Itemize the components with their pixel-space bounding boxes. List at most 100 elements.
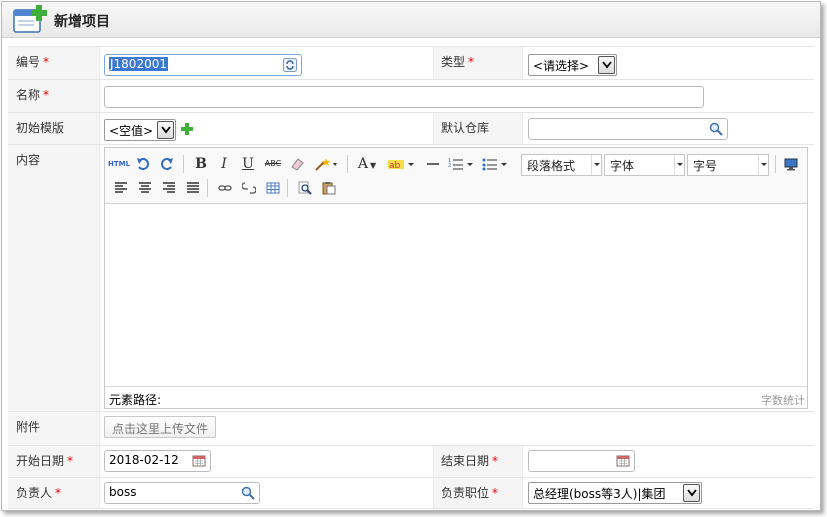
undo-icon — [137, 158, 149, 170]
element-path-label: 元素路径: — [109, 393, 162, 407]
strikethrough-button[interactable]: ABC — [263, 154, 283, 174]
ordered-list-icon: 12 — [448, 158, 473, 170]
title-bar: 新增项目 — [2, 2, 820, 38]
highlight-button[interactable]: ab — [385, 154, 419, 174]
type-select[interactable]: <请选择> — [528, 54, 617, 76]
search-icon[interactable] — [709, 122, 723, 136]
insert-table-button[interactable] — [263, 178, 283, 198]
unordered-list-button[interactable] — [481, 154, 511, 174]
eraser-button[interactable] — [287, 154, 307, 174]
svg-text:2: 2 — [448, 163, 451, 169]
search-replace-button[interactable] — [295, 178, 315, 198]
new-item-icon — [13, 5, 47, 33]
chevron-down-icon — [598, 56, 615, 74]
toolbar-divider — [207, 179, 208, 197]
toolbar-divider — [775, 155, 776, 173]
name-input[interactable] — [104, 86, 704, 108]
redo-button[interactable] — [157, 154, 177, 174]
position-select[interactable]: 总经理(boss等3人)|集团 — [528, 482, 702, 504]
format-painter-button[interactable] — [311, 154, 341, 174]
underline-button[interactable]: U — [238, 154, 258, 174]
warehouse-input[interactable] — [528, 118, 728, 140]
editor-content-area[interactable] — [105, 204, 807, 386]
calendar-icon[interactable] — [192, 454, 206, 468]
align-right-icon — [163, 182, 175, 193]
calendar-icon[interactable] — [616, 454, 630, 468]
name-label: 名称 * — [8, 80, 100, 112]
code-input[interactable]: J1802001 — [104, 54, 302, 76]
start-date-input[interactable]: 2018-02-12 — [104, 450, 211, 472]
row-content: 内容 HTML B I U ABC A ▼ ab 12 段落格式 字体 字号 元… — [8, 144, 814, 411]
fullscreen-button[interactable] — [781, 154, 801, 174]
ordered-list-button[interactable]: 12 — [447, 154, 477, 174]
redo-icon — [161, 158, 173, 170]
row-name: 名称 * — [8, 79, 814, 112]
end-date-label: 结束日期 * — [433, 446, 523, 477]
add-template-icon[interactable] — [181, 123, 193, 135]
end-date-input[interactable] — [528, 450, 635, 472]
toolbar-divider — [347, 155, 348, 173]
html-source-button[interactable]: HTML — [108, 154, 130, 174]
required-star: * — [43, 55, 50, 69]
chevron-down-icon — [758, 155, 768, 175]
editor-status-bar: 元素路径: 字数统计 — [105, 386, 807, 408]
upload-file-button[interactable]: 点击这里上传文件 — [104, 416, 217, 438]
dialog-title: 新增项目 — [54, 14, 110, 30]
bold-button[interactable]: B — [191, 154, 211, 174]
align-left-button[interactable] — [111, 178, 131, 198]
warehouse-label: 默认仓库 — [433, 113, 523, 144]
clipboard-icon — [322, 182, 336, 195]
italic-button[interactable]: I — [214, 154, 234, 174]
link-icon — [218, 185, 232, 191]
template-label: 初始模版 — [8, 113, 100, 144]
horizontal-line-icon — [427, 163, 439, 165]
justify-button[interactable] — [183, 178, 203, 198]
row-attachment: 附件 点击这里上传文件 — [8, 411, 814, 445]
chevron-down-icon — [674, 155, 684, 175]
row-dates: 开始日期 * 2018-02-12 结束日期 * — [8, 445, 814, 477]
chevron-down-icon — [591, 155, 601, 175]
type-label: 类型 * — [433, 47, 523, 79]
start-date-label: 开始日期 * — [8, 446, 100, 477]
row-owner: 负责人 * boss 负责职位 * 总经理(boss等3人)|集团 — [8, 477, 814, 509]
bullet-list-icon — [482, 158, 507, 171]
row-code: 编号 * J1802001 类型 * <请选择> — [8, 46, 814, 79]
refresh-code-icon[interactable] — [283, 58, 297, 72]
horizontal-rule-button[interactable] — [423, 154, 443, 174]
highlight-icon: ab — [388, 160, 414, 171]
eraser-icon — [291, 158, 304, 171]
unlink-icon — [241, 182, 257, 194]
align-center-icon — [139, 182, 151, 193]
content-label: 内容 — [8, 145, 100, 411]
align-justify-icon — [187, 182, 199, 193]
attachment-label: 附件 — [8, 412, 100, 445]
magic-wand-icon — [315, 158, 337, 171]
insert-link-button[interactable] — [215, 178, 235, 198]
row-template: 初始模版 <空值> 默认仓库 — [8, 112, 814, 144]
word-count-link[interactable]: 字数统计 — [761, 392, 805, 408]
toolbar-divider — [183, 155, 184, 173]
owner-input[interactable]: boss — [104, 482, 260, 504]
owner-label: 负责人 * — [8, 478, 100, 508]
font-color-button[interactable]: A ▼ — [353, 154, 381, 174]
paste-text-button[interactable] — [319, 178, 339, 198]
svg-text:ab: ab — [389, 161, 401, 171]
align-right-button[interactable] — [159, 178, 179, 198]
paragraph-format-select[interactable]: 段落格式 — [521, 154, 602, 176]
toolbar-divider — [287, 179, 288, 197]
undo-button[interactable] — [133, 154, 153, 174]
align-center-button[interactable] — [135, 178, 155, 198]
editor-toolbar: HTML B I U ABC A ▼ ab 12 段落格式 字体 字号 — [105, 148, 807, 204]
align-left-icon — [115, 182, 127, 193]
font-family-select[interactable]: 字体 — [604, 154, 685, 176]
template-select[interactable]: <空值> — [104, 119, 176, 141]
new-project-dialog: 新增项目 编号 * J1802001 类型 * <请选择> 名称 * 初始模版 … — [1, 1, 821, 511]
search-icon[interactable] — [241, 486, 255, 500]
rich-text-editor: HTML B I U ABC A ▼ ab 12 段落格式 字体 字号 元素路径… — [104, 147, 808, 409]
table-icon — [266, 182, 280, 194]
chevron-down-icon — [683, 484, 700, 502]
font-size-select[interactable]: 字号 — [687, 154, 769, 176]
unlink-button[interactable] — [239, 178, 259, 198]
chevron-down-icon — [157, 121, 174, 139]
magnifier-icon — [298, 181, 312, 195]
